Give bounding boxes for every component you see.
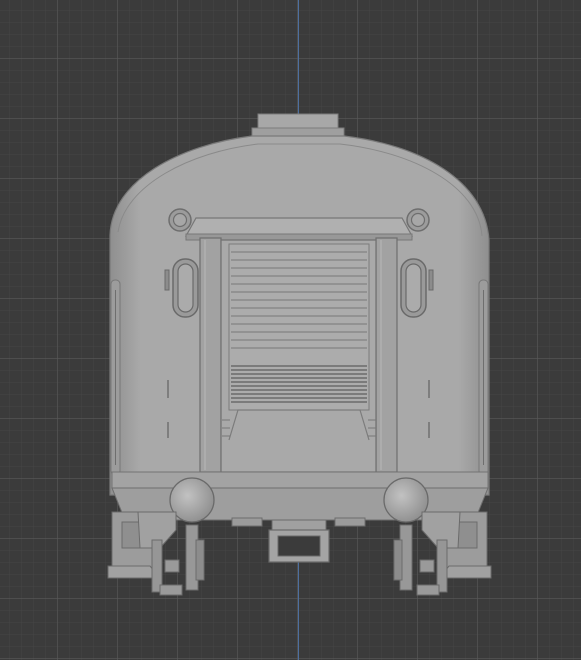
roof-vent [251, 113, 345, 138]
left-buffer [169, 477, 215, 523]
right-buffer [383, 477, 429, 523]
coupler [268, 519, 330, 563]
right-step-assembly [393, 511, 492, 596]
left-step-assembly [107, 511, 205, 596]
left-grab-rail [110, 279, 121, 476]
end-door [220, 239, 377, 473]
right-door-post [375, 237, 398, 473]
left-oval-window [172, 258, 199, 318]
left-door-post [199, 237, 222, 473]
right-oval-window [400, 258, 427, 318]
railcar-model[interactable] [0, 0, 581, 660]
right-grab-rail [478, 279, 489, 476]
door-canopy [184, 217, 414, 241]
3d-viewport[interactable] [0, 0, 581, 660]
right-tail-lamp [406, 208, 430, 232]
left-tail-lamp [168, 208, 192, 232]
